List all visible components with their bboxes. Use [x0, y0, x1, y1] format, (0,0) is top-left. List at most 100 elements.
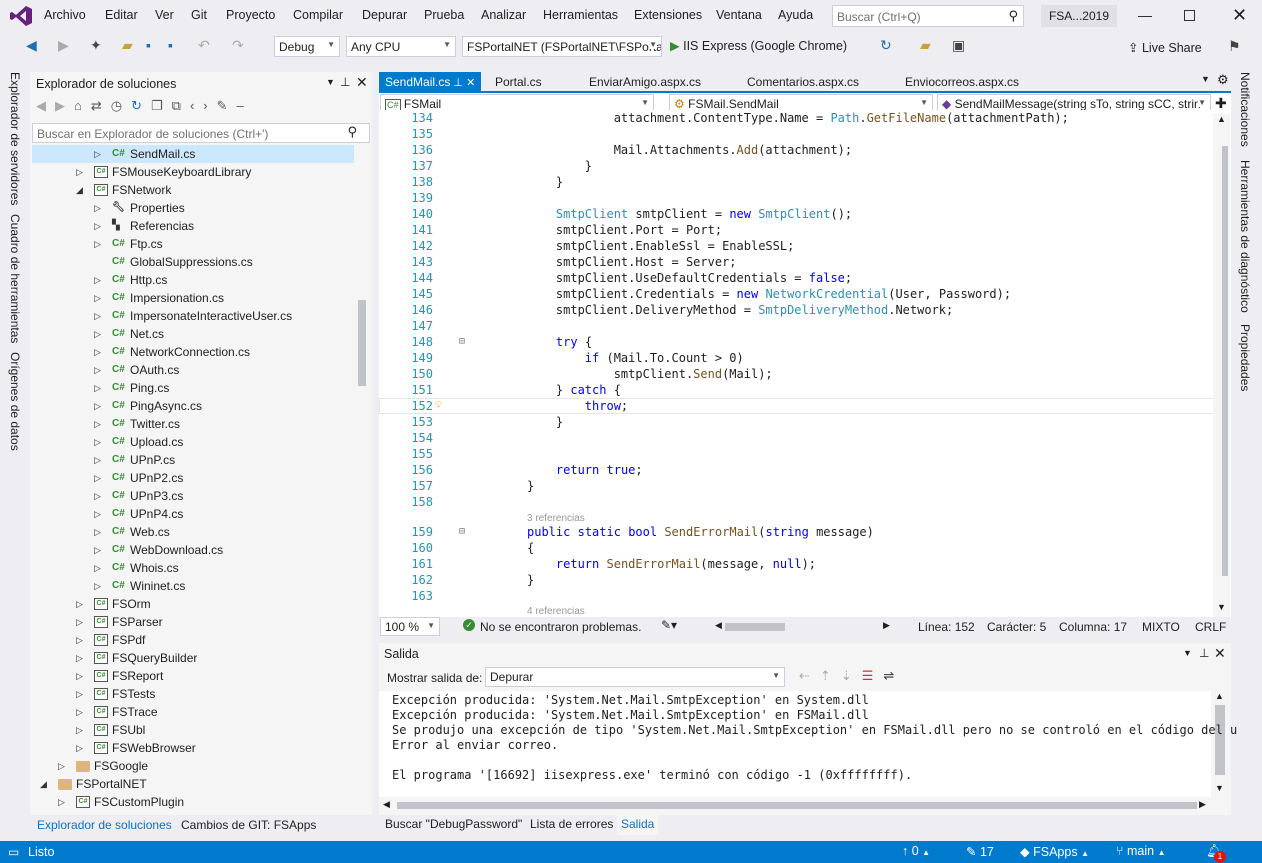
clear-all-icon[interactable]: ☰: [862, 668, 884, 683]
tree-item[interactable]: ▷ C# UPnP.cs: [32, 451, 372, 469]
code-line[interactable]: 152 💡︎ throw;: [379, 398, 1213, 414]
expand-icon[interactable]: ▷: [94, 541, 101, 559]
line-ending[interactable]: CRLF: [1195, 620, 1226, 634]
tab-solution-explorer[interactable]: Explorador de soluciones: [37, 818, 172, 832]
code-line[interactable]: 155: [379, 446, 1213, 462]
code-line[interactable]: 3 referencias: [379, 509, 1213, 525]
minimize-button[interactable]: —: [1135, 7, 1155, 27]
code-line[interactable]: 140 SmtpClient smtpClient = new SmtpClie…: [379, 206, 1213, 222]
collapse-icon[interactable]: ◢: [40, 775, 47, 793]
live-share-button[interactable]: ⇪ Live Share: [1128, 40, 1202, 55]
split-editor-icon[interactable]: ✚: [1215, 95, 1227, 112]
tab-enviaramigo-aspx-cs[interactable]: EnviarAmigo.aspx.cs: [583, 72, 707, 93]
editor-vertical-scrollbar[interactable]: ▲ ▼: [1213, 114, 1230, 617]
code-line[interactable]: 159 ⊟ public static bool SendErrorMail(str…: [379, 524, 1213, 540]
scroll-up-icon[interactable]: ▲: [1215, 691, 1224, 701]
expand-icon[interactable]: ▷: [76, 685, 83, 703]
open-folder-icon[interactable]: ▰: [122, 37, 133, 54]
scroll-left-icon[interactable]: ◀: [715, 620, 722, 631]
sync-icon[interactable]: ↻: [131, 98, 151, 113]
forward-icon[interactable]: ▶: [58, 37, 69, 54]
expand-icon[interactable]: ▷: [94, 523, 101, 541]
expand-icon[interactable]: ▷: [94, 199, 101, 217]
code-line[interactable]: 161 return SendErrorMail(message, null);: [379, 556, 1213, 572]
back-icon[interactable]: ◀: [36, 98, 55, 113]
tree-item[interactable]: ▷ C# PingAsync.cs: [32, 397, 372, 415]
output-horizontal-scrollbar[interactable]: ◀ ▶: [379, 798, 1211, 813]
tree-item[interactable]: ▷ C# FSCustomPlugin: [32, 793, 372, 811]
expand-icon[interactable]: ▷: [94, 361, 101, 379]
scroll-right-icon[interactable]: ▶: [1199, 799, 1206, 810]
code-line[interactable]: 153 }: [379, 414, 1213, 430]
scroll-thumb[interactable]: [1222, 146, 1228, 576]
close-panel-icon[interactable]: ✕: [356, 74, 368, 91]
tab-comentarios-aspx-cs[interactable]: Comentarios.aspx.cs: [741, 72, 865, 93]
tree-item[interactable]: ▷ C# FSReport: [32, 667, 372, 685]
scroll-left-icon[interactable]: ◀: [383, 799, 390, 810]
scroll-right-icon[interactable]: ▶: [883, 620, 890, 631]
tree-item[interactable]: ▷ C# FSWebBrowser: [32, 739, 372, 757]
close-tab-icon[interactable]: ⊥ ✕: [450, 77, 475, 89]
whitespace-mode[interactable]: MIXTO: [1142, 620, 1180, 634]
code-line[interactable]: 142 smtpClient.EnableSsl = EnableSSL;: [379, 238, 1213, 254]
code-line[interactable]: 162}: [379, 572, 1213, 588]
collapse-icon[interactable]: ◢: [76, 181, 83, 199]
minus-icon[interactable]: –: [237, 98, 253, 113]
save-icon[interactable]: ▪: [146, 37, 151, 53]
code-line[interactable]: 4 referencias: [379, 602, 1213, 616]
menu-analizar[interactable]: Analizar: [481, 8, 526, 22]
tree-item[interactable]: ▷ C# FSOrm: [32, 595, 372, 613]
expand-icon[interactable]: ▷: [58, 793, 65, 811]
code-line[interactable]: 156 return true;: [379, 462, 1213, 478]
lightbulb-icon[interactable]: 💡︎: [435, 398, 442, 414]
configuration-select[interactable]: Debug ▼: [274, 36, 340, 57]
tree-item[interactable]: ▷ C# FSTests: [32, 685, 372, 703]
expand-icon[interactable]: ▷: [94, 325, 101, 343]
maximize-button[interactable]: [1184, 10, 1195, 21]
scroll-down-icon[interactable]: ▼: [1215, 783, 1224, 793]
expand-icon[interactable]: ▷: [94, 379, 101, 397]
tab-overflow-icon[interactable]: ▼: [1201, 74, 1210, 84]
tree-item[interactable]: ▷ C# FSQueryBuilder: [32, 649, 372, 667]
tab-portal-cs[interactable]: Portal.cs: [489, 72, 548, 93]
tree-item[interactable]: ▷ C# Impersionation.cs: [32, 289, 372, 307]
pending-changes-icon[interactable]: ◷: [111, 98, 131, 113]
tree-item[interactable]: ▷ C# Net.cs: [32, 325, 372, 343]
expand-icon[interactable]: ▷: [94, 451, 101, 469]
tree-item[interactable]: ▷ C# Twitter.cs: [32, 415, 372, 433]
horizontal-scroll-thumb[interactable]: [725, 623, 785, 631]
code-line[interactable]: 138 }: [379, 174, 1213, 190]
menu-ayuda[interactable]: Ayuda: [778, 8, 813, 22]
toolbox-tab[interactable]: Cuadro de herramientas: [8, 214, 22, 343]
zoom-select[interactable]: 100 % ▼: [380, 617, 440, 636]
close-panel-icon[interactable]: ✕: [1214, 645, 1226, 662]
properties-tab[interactable]: Propiedades: [1238, 324, 1252, 391]
tree-item[interactable]: ▷ C# UPnP3.cs: [32, 487, 372, 505]
search-box[interactable]: Buscar (Ctrl+Q) ⚲: [832, 5, 1024, 27]
tree-item[interactable]: ▷ C# NetworkConnection.cs: [32, 343, 372, 361]
menu-proyecto[interactable]: Proyecto: [226, 8, 275, 22]
code-line[interactable]: 148 ⊟ try {: [379, 334, 1213, 350]
pin-icon[interactable]: ⊥: [340, 75, 350, 89]
tree-item[interactable]: ▷ C# SendMail.cs: [32, 145, 354, 163]
code-line[interactable]: 136 Mail.Attachments.Add(attachment);: [379, 142, 1213, 158]
tree-item[interactable]: ▷ C# FSParser: [32, 613, 372, 631]
code-view-icon[interactable]: ‹›: [190, 98, 217, 113]
repository-indicator[interactable]: ◆ FSApps ▲: [1020, 844, 1089, 859]
data-sources-tab[interactable]: Orígenes de datos: [8, 352, 22, 451]
fold-icon[interactable]: ⊟: [459, 524, 465, 540]
tree-item[interactable]: ◢ C# FSNetwork: [32, 181, 372, 199]
diagnostic-tools-tab[interactable]: Herramientas de diagnóstico: [1238, 160, 1252, 313]
startup-project-select[interactable]: FSPortalNET (FSPortalNET\FSPortal ▼: [462, 36, 662, 57]
tab-output[interactable]: Salida: [617, 815, 659, 835]
menu-ver[interactable]: Ver: [155, 8, 174, 22]
code-line[interactable]: 144 smtpClient.UseDefaultCredentials = f…: [379, 270, 1213, 286]
dropdown-icon[interactable]: ▼: [1183, 648, 1192, 658]
pin-icon[interactable]: ⊥: [1199, 646, 1209, 660]
char-indicator[interactable]: Carácter: 5: [987, 620, 1046, 634]
scroll-thumb[interactable]: [1215, 705, 1225, 775]
output-source-select[interactable]: Depurar ▼: [485, 667, 785, 687]
expand-icon[interactable]: ▷: [94, 145, 101, 163]
screen-icon[interactable]: ▣: [952, 37, 965, 54]
tree-item[interactable]: ▷ C# WebDownload.cs: [32, 541, 372, 559]
